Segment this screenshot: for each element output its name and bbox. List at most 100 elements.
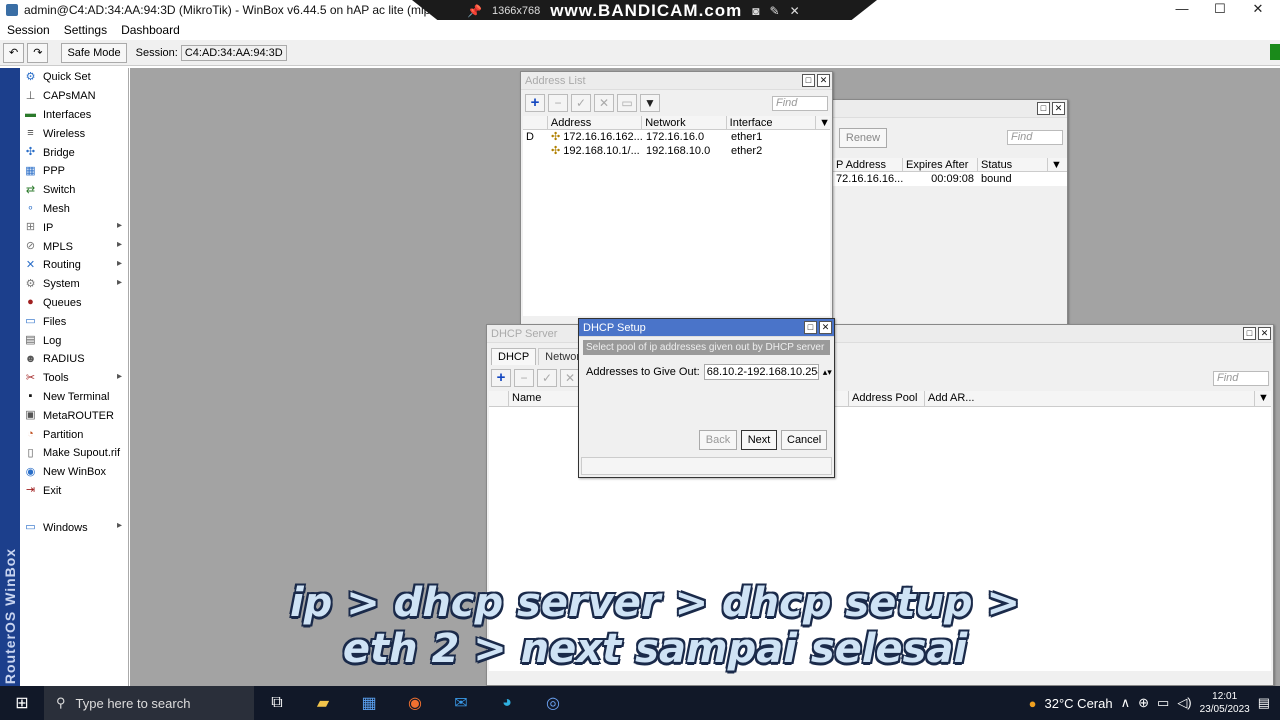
sidebar-item-interfaces[interactable]: ▬ Interfaces: [20, 106, 128, 125]
maximize-button[interactable]: ☐: [1200, 0, 1240, 20]
column-network[interactable]: Network: [642, 116, 727, 129]
volume-icon[interactable]: ◁): [1177, 695, 1191, 711]
sidebar-item-partition[interactable]: ◔ Partition: [20, 425, 128, 444]
find-input[interactable]: Find: [1213, 370, 1269, 386]
remove-icon[interactable]: −: [514, 369, 534, 387]
sidebar-item-radius[interactable]: ☻ RADIUS: [20, 350, 128, 369]
maximize-button[interactable]: □: [1243, 327, 1256, 340]
show-hidden-icons[interactable]: ∧: [1121, 695, 1131, 711]
disable-icon[interactable]: ✕: [560, 369, 580, 387]
sidebar-item-log[interactable]: ▤ Log: [20, 331, 128, 350]
comment-icon[interactable]: ▭: [617, 94, 637, 112]
column-address-pool[interactable]: Address Pool: [849, 391, 925, 406]
taskbar-search[interactable]: ⚲ Type here to search: [44, 686, 254, 720]
close-button[interactable]: ✕: [1258, 327, 1271, 340]
close-button[interactable]: ✕: [817, 74, 830, 87]
sidebar-item-new-winbox[interactable]: ◉ New WinBox: [20, 463, 128, 482]
column-address[interactable]: Address: [548, 116, 643, 129]
submenu-arrow-icon: ▸: [116, 520, 122, 532]
task-view-icon[interactable]: ⧉: [254, 694, 300, 712]
menu-dashboard[interactable]: Dashboard: [121, 23, 180, 37]
sidebar-item-mesh[interactable]: ∘ Mesh: [20, 200, 128, 219]
safe-mode-button[interactable]: Safe Mode: [61, 42, 127, 63]
close-button[interactable]: ✕: [819, 321, 832, 334]
sidebar-item-quick-set[interactable]: ⚙ Quick Set: [20, 68, 128, 87]
sidebar-item-ip[interactable]: ⊞ IP ▸: [20, 218, 128, 237]
column-interface[interactable]: Interface: [727, 116, 817, 129]
sidebar-item-make-supout-rif[interactable]: ▯ Make Supout.rif: [20, 444, 128, 463]
sidebar-icon: ▪: [28, 390, 33, 403]
file-explorer-icon[interactable]: ▰: [300, 693, 346, 713]
edge-icon[interactable]: ◕: [484, 694, 530, 712]
enable-icon[interactable]: ✓: [537, 369, 557, 387]
column-expires-after[interactable]: Expires After: [903, 158, 978, 171]
sidebar-item-capsman[interactable]: ⊥ CAPsMAN: [20, 87, 128, 106]
sidebar-icon: ✂: [25, 371, 36, 384]
undo-button[interactable]: ↶: [3, 42, 25, 63]
maximize-button[interactable]: □: [802, 74, 815, 87]
windows-start-icon[interactable]: ⊞: [0, 693, 44, 713]
column-add-arp[interactable]: Add AR...: [925, 391, 1255, 406]
back-button[interactable]: Back: [699, 430, 737, 450]
table-row[interactable]: D ✣ 172.16.16.162... 172.16.16.0 ether1: [523, 130, 830, 144]
sidebar-item-mpls[interactable]: ⊘ MPLS ▸: [20, 237, 128, 256]
sidebar-item-windows[interactable]: ▭ Windows ▸: [20, 518, 128, 537]
add-icon[interactable]: +: [491, 369, 511, 387]
enable-icon[interactable]: ✓: [571, 94, 591, 112]
spinner-icon[interactable]: ▴▾: [823, 367, 832, 378]
sidebar-item-tools[interactable]: ✂ Tools ▸: [20, 369, 128, 388]
column-dropdown-icon[interactable]: ▼: [1048, 158, 1063, 171]
sidebar-item-new-terminal[interactable]: ▪ New Terminal: [20, 388, 128, 407]
close-button[interactable]: ✕: [1052, 102, 1065, 115]
table-row[interactable]: 72.16.16.16... 00:09:08 bound: [833, 172, 1067, 186]
column-ip-address[interactable]: P Address: [833, 158, 903, 171]
tab-dhcp[interactable]: DHCP: [491, 348, 537, 365]
clock-time: 12:01: [1212, 691, 1238, 702]
sidebar-item-bridge[interactable]: ✣ Bridge: [20, 143, 128, 162]
redo-button[interactable]: ↷: [27, 42, 49, 63]
maximize-button[interactable]: □: [804, 321, 817, 334]
column-dropdown-icon[interactable]: ▼: [1255, 391, 1269, 406]
sidebar-item-routing[interactable]: ✕ Routing ▸: [20, 256, 128, 275]
maximize-button[interactable]: □: [1037, 102, 1050, 115]
close-button[interactable]: ✕: [1238, 0, 1278, 20]
addresses-to-give-out-input[interactable]: 68.10.2-192.168.10.254: [703, 364, 819, 380]
notifications-icon[interactable]: ▤: [1258, 695, 1270, 711]
find-input[interactable]: Find: [1007, 130, 1063, 145]
sidebar-item-exit[interactable]: ⇥ Exit: [20, 482, 128, 501]
remove-icon[interactable]: −: [548, 94, 568, 112]
sidebar-item-switch[interactable]: ⇄ Switch: [20, 181, 128, 200]
sidebar-item-files[interactable]: ▭ Files: [20, 312, 128, 331]
sidebar-item-label: Bridge: [43, 146, 75, 159]
network-icon[interactable]: ⊕: [1138, 695, 1149, 711]
sidebar-item-wireless[interactable]: ≡ Wireless: [20, 124, 128, 143]
cell-flag: [523, 144, 548, 158]
find-input[interactable]: Find: [772, 95, 828, 111]
winbox-taskbar-icon[interactable]: ◎: [530, 693, 576, 713]
sidebar-icon: ⊥: [25, 89, 36, 102]
add-icon[interactable]: +: [525, 94, 545, 112]
sidebar-item-metarouter[interactable]: ▣ MetaROUTER: [20, 406, 128, 425]
minimize-button[interactable]: —: [1162, 0, 1202, 20]
table-row[interactable]: ✣ 192.168.10.1/... 192.168.10.0 ether2: [523, 144, 830, 158]
menu-session[interactable]: Session: [7, 23, 50, 37]
clock[interactable]: 12:01 23/05/2023: [1200, 690, 1250, 716]
weather-text[interactable]: 32°C Cerah: [1045, 696, 1113, 711]
windows-taskbar: ⊞ ⚲ Type here to search ⧉ ▰ ▦ ◉ ✉ ◕ ◎ ● …: [0, 686, 1280, 720]
sidebar-item-queues[interactable]: ● Queues: [20, 294, 128, 313]
sidebar-item-ppp[interactable]: ▦ PPP: [20, 162, 128, 181]
firefox-icon[interactable]: ◉: [392, 693, 438, 713]
sidebar-item-system[interactable]: ⚙ System ▸: [20, 275, 128, 294]
column-dropdown-icon[interactable]: ▼: [816, 116, 830, 129]
sidebar-icon: ∘: [27, 202, 34, 215]
cancel-button[interactable]: Cancel: [781, 430, 827, 450]
battery-icon[interactable]: ▭: [1157, 695, 1169, 711]
menu-settings[interactable]: Settings: [64, 23, 107, 37]
mail-icon[interactable]: ✉: [438, 693, 484, 713]
next-button[interactable]: Next: [741, 430, 777, 450]
disable-icon[interactable]: ✕: [594, 94, 614, 112]
filter-icon[interactable]: ▼: [640, 94, 660, 112]
renew-button[interactable]: Renew: [839, 128, 887, 148]
column-status[interactable]: Status: [978, 158, 1048, 171]
store-icon[interactable]: ▦: [346, 693, 392, 713]
